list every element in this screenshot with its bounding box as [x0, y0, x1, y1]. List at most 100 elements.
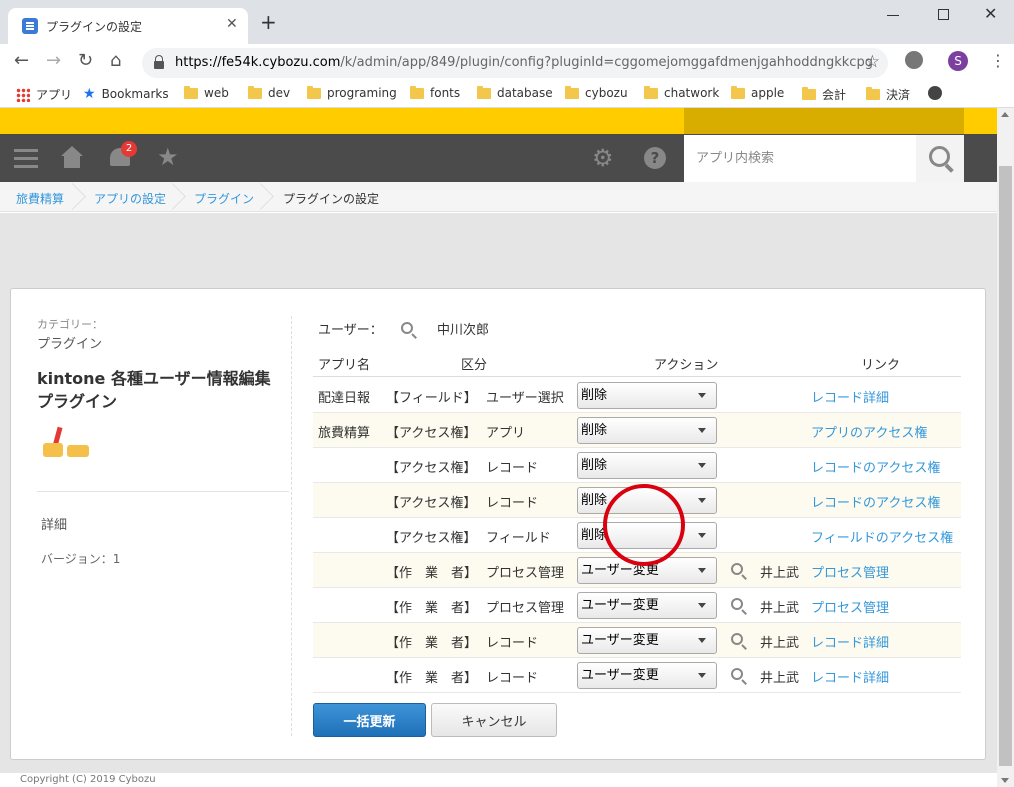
- divider: [37, 491, 289, 492]
- cell-kind: 【アクセス権】: [386, 496, 477, 511]
- list-icon: [22, 18, 38, 34]
- table-row: 【作 業 者】 レコード ユーザー変更 井上武 レコード詳細: [313, 658, 961, 693]
- page-scrollbar[interactable]: [997, 108, 1014, 787]
- breadcrumb: 旅費精算 アプリの設定 プラグイン プラグインの設定: [0, 182, 997, 212]
- breadcrumb-app[interactable]: 旅費精算: [16, 190, 64, 207]
- bookmark-cybozu[interactable]: cybozu: [565, 85, 628, 100]
- bookmark-payment[interactable]: 決済: [866, 86, 910, 103]
- folder-icon: [477, 85, 491, 99]
- footer-copyright: Copyright (C) 2019 Cybozu: [0, 773, 997, 787]
- user-search-icon[interactable]: [731, 633, 743, 645]
- cell-user: 井上武: [760, 566, 800, 581]
- action-select[interactable]: ユーザー変更: [577, 662, 717, 689]
- action-select[interactable]: 削除: [577, 382, 717, 409]
- bookmark-star-icon[interactable]: ☆: [865, 52, 880, 72]
- apps-grid-icon: [16, 87, 30, 102]
- row-link[interactable]: プロセス管理: [811, 597, 889, 616]
- action-select[interactable]: 削除: [577, 452, 717, 479]
- cell-target: ユーザー選択: [486, 391, 564, 406]
- row-link[interactable]: レコードのアクセス権: [811, 457, 940, 476]
- cell-app: 旅費精算: [318, 426, 371, 441]
- detail-link[interactable]: 詳細: [41, 514, 67, 533]
- bookmark-database[interactable]: database: [477, 85, 553, 100]
- user-search-icon[interactable]: [731, 563, 743, 575]
- row-link[interactable]: プロセス管理: [811, 562, 889, 581]
- row-link[interactable]: レコード詳細: [811, 632, 889, 651]
- action-select[interactable]: ユーザー変更: [577, 627, 717, 654]
- bookmark-programing[interactable]: programing: [307, 85, 397, 100]
- home-browser-icon[interactable]: ⌂: [110, 51, 121, 71]
- row-link[interactable]: レコードのアクセス権: [811, 492, 940, 511]
- bookmark-apple[interactable]: apple: [731, 85, 784, 100]
- scroll-up-arrow-icon[interactable]: [1001, 112, 1009, 117]
- row-link[interactable]: フィールドのアクセス権: [811, 527, 953, 546]
- folder-icon: [644, 85, 658, 99]
- close-tab-icon[interactable]: ✕: [226, 16, 238, 32]
- bookmarks-bar: アプリ ★ Bookmarks web dev programing fonts …: [0, 80, 1014, 108]
- bookmark-fonts[interactable]: fonts: [410, 85, 460, 100]
- search-button[interactable]: [916, 135, 964, 182]
- folder-icon: [248, 85, 262, 99]
- cell-kind: 【作 業 者】: [386, 671, 478, 686]
- home-icon[interactable]: [61, 146, 83, 168]
- cell-user: 井上武: [760, 636, 800, 651]
- browser-tab[interactable]: プラグインの設定 ✕: [8, 8, 248, 44]
- forward-arrow-icon[interactable]: →: [46, 51, 61, 71]
- gear-icon[interactable]: ⚙: [592, 145, 614, 171]
- cancel-button[interactable]: キャンセル: [431, 703, 557, 737]
- user-search-icon[interactable]: [731, 668, 743, 680]
- new-tab-icon[interactable]: +: [260, 12, 277, 32]
- back-arrow-icon[interactable]: ←: [14, 51, 29, 71]
- bulk-update-button[interactable]: 一括更新: [313, 703, 426, 737]
- help-icon[interactable]: ?: [644, 147, 666, 169]
- minimize-icon[interactable]: [887, 6, 901, 20]
- browser-titlebar: プラグインの設定 ✕ + ✕: [0, 0, 1014, 44]
- bookmark-globe[interactable]: [928, 86, 942, 100]
- menu-kebab-icon[interactable]: ⋮: [990, 51, 1006, 70]
- user-search-icon[interactable]: [401, 322, 413, 334]
- action-select[interactable]: ユーザー変更: [577, 592, 717, 619]
- profile-avatar[interactable]: S: [948, 51, 968, 71]
- plugin-name: kintone 各種ユーザー情報編集プラグイン: [37, 369, 271, 411]
- scroll-thumb[interactable]: [999, 166, 1012, 766]
- header-app: アプリ名: [318, 358, 371, 373]
- folder-icon: [565, 85, 579, 99]
- cell-kind: 【作 業 者】: [386, 566, 478, 581]
- window-close-icon[interactable]: ✕: [984, 4, 997, 23]
- user-name: 中川次郎: [437, 323, 490, 338]
- address-bar[interactable]: https://fe54k.cybozu.com/k/admin/app/849…: [142, 48, 888, 78]
- bookmark-accounting[interactable]: 会計: [802, 86, 846, 103]
- bookmark-apps[interactable]: アプリ: [16, 86, 72, 103]
- maximize-icon[interactable]: [938, 9, 949, 20]
- table-row: 旅費精算 【アクセス権】 アプリ 削除 アプリのアクセス権: [313, 413, 961, 448]
- category-label: カテゴリー：: [37, 318, 103, 331]
- app-search-input[interactable]: [684, 135, 916, 182]
- column-divider: [291, 316, 292, 736]
- row-link[interactable]: レコード詳細: [811, 387, 889, 406]
- bookmark-bookmarks[interactable]: ★ Bookmarks: [83, 86, 169, 102]
- table-row: 配達日報 【フィールド】 ユーザー選択 削除 レコード詳細: [313, 378, 961, 413]
- folder-icon: [731, 85, 745, 99]
- bookmark-dev[interactable]: dev: [248, 85, 290, 100]
- breadcrumb-plugins[interactable]: プラグイン: [194, 190, 254, 207]
- kintone-header-accent: [684, 108, 964, 134]
- extension-icon[interactable]: [905, 51, 923, 69]
- menu-hamburger-icon[interactable]: [14, 149, 38, 152]
- user-search-icon[interactable]: [731, 598, 743, 610]
- plugin-version: バージョン：1: [41, 552, 121, 566]
- row-link[interactable]: レコード詳細: [811, 667, 889, 686]
- breadcrumb-separator: [250, 182, 262, 212]
- bookmark-web[interactable]: web: [184, 85, 229, 100]
- breadcrumb-app-settings[interactable]: アプリの設定: [94, 190, 166, 207]
- scroll-down-arrow-icon[interactable]: [1001, 778, 1009, 783]
- row-link[interactable]: アプリのアクセス権: [811, 422, 927, 441]
- cell-target: レコード: [486, 496, 539, 511]
- action-select[interactable]: 削除: [577, 417, 717, 444]
- reload-icon[interactable]: ↻: [78, 51, 93, 71]
- url-text[interactable]: https://fe54k.cybozu.com/k/admin/app/849…: [175, 55, 873, 70]
- category-value: プラグイン: [37, 337, 103, 352]
- cell-kind: 【アクセス権】: [386, 531, 477, 546]
- cell-target: レコード: [486, 636, 539, 651]
- favorites-star-icon[interactable]: ★: [157, 144, 179, 170]
- bookmark-chatwork[interactable]: chatwork: [644, 85, 719, 100]
